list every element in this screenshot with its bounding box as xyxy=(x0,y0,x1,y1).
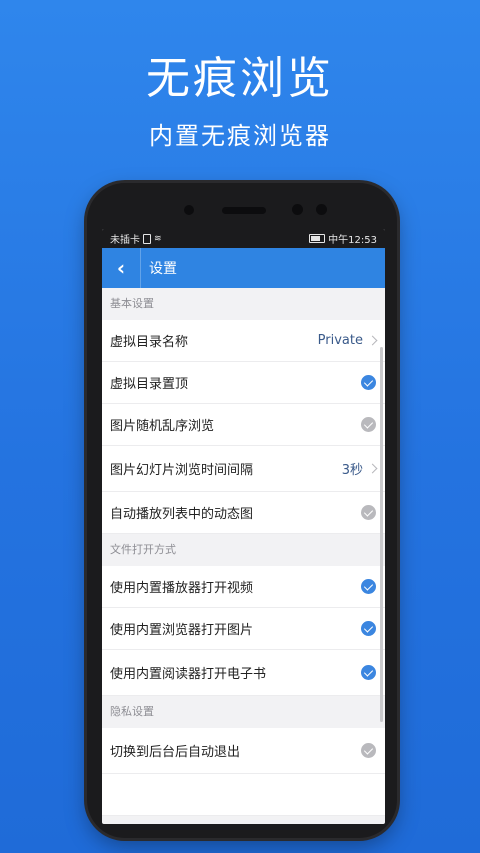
setting-row-autoplay-gif[interactable]: 自动播放列表中的动态图 xyxy=(102,492,385,534)
setting-label: 使用内置阅读器打开电子书 xyxy=(110,667,267,682)
unchecked-icon[interactable] xyxy=(361,743,376,758)
setting-row-virtual-dir-name[interactable]: 虚拟目录名称 Private xyxy=(102,320,385,362)
setting-value: 3秒 xyxy=(341,463,363,478)
app-bar: ‹ 设置 xyxy=(102,248,385,288)
chevron-right-icon xyxy=(367,463,378,474)
wifi-icon: ≋ xyxy=(154,233,162,244)
scrollbar[interactable] xyxy=(380,347,383,722)
phone-screen: 未插卡 ≋ 中午12:53 ‹ 设置 基本设置 虚拟目录名称 Private 虚… xyxy=(102,229,385,824)
status-time: 中午12:53 xyxy=(328,235,377,246)
unchecked-icon[interactable] xyxy=(361,417,376,432)
hero-subtitle: 内置无痕浏览器 xyxy=(149,122,331,150)
checked-icon[interactable] xyxy=(361,375,376,390)
setting-row-partial[interactable] xyxy=(102,774,385,816)
setting-label: 图片幻灯片浏览时间间隔 xyxy=(110,463,254,478)
setting-row-builtin-reader[interactable]: 使用内置阅读器打开电子书 xyxy=(102,650,385,696)
setting-label: 使用内置播放器打开视频 xyxy=(110,581,254,596)
checked-icon[interactable] xyxy=(361,579,376,594)
setting-row-virtual-dir-top[interactable]: 虚拟目录置顶 xyxy=(102,362,385,404)
setting-label: 使用内置浏览器打开图片 xyxy=(110,623,254,638)
section-header-file-open: 文件打开方式 xyxy=(102,534,385,566)
setting-row-random-order[interactable]: 图片随机乱序浏览 xyxy=(102,404,385,446)
page-title: 设置 xyxy=(149,261,177,277)
setting-label: 切换到后台后自动退出 xyxy=(110,745,241,760)
back-button[interactable]: ‹ xyxy=(102,248,141,288)
hero-title: 无痕浏览 xyxy=(146,53,334,104)
battery-icon xyxy=(309,234,326,243)
back-arrow-icon: ‹ xyxy=(116,256,126,280)
setting-label: 图片随机乱序浏览 xyxy=(110,419,215,434)
checked-icon[interactable] xyxy=(361,621,376,636)
status-bar: 未插卡 ≋ 中午12:53 xyxy=(102,229,385,248)
chevron-right-icon xyxy=(367,335,378,346)
settings-list[interactable]: 基本设置 虚拟目录名称 Private 虚拟目录置顶 图片随机乱序浏览 图片幻灯… xyxy=(102,288,385,816)
setting-row-builtin-player[interactable]: 使用内置播放器打开视频 xyxy=(102,566,385,608)
setting-row-auto-exit[interactable]: 切换到后台后自动退出 xyxy=(102,728,385,774)
speaker-grille xyxy=(222,207,266,214)
phone-frame: 未插卡 ≋ 中午12:53 ‹ 设置 基本设置 虚拟目录名称 Private 虚… xyxy=(87,183,397,838)
carrier-label: 未插卡 xyxy=(110,235,140,246)
setting-row-slideshow-interval[interactable]: 图片幻灯片浏览时间间隔 3秒 xyxy=(102,446,385,492)
section-header-privacy: 隐私设置 xyxy=(102,696,385,728)
section-header-basic: 基本设置 xyxy=(102,288,385,320)
sim-icon xyxy=(143,233,151,244)
setting-label: 虚拟目录置顶 xyxy=(110,377,189,392)
setting-label: 虚拟目录名称 xyxy=(110,335,189,350)
setting-row-builtin-browser[interactable]: 使用内置浏览器打开图片 xyxy=(102,608,385,650)
sensor-icon xyxy=(316,204,327,215)
setting-label: 自动播放列表中的动态图 xyxy=(110,507,254,522)
checked-icon[interactable] xyxy=(361,665,376,680)
unchecked-icon[interactable] xyxy=(361,505,376,520)
setting-value: Private xyxy=(317,333,363,348)
front-camera-icon xyxy=(184,205,194,215)
sensor-icon xyxy=(292,204,303,215)
